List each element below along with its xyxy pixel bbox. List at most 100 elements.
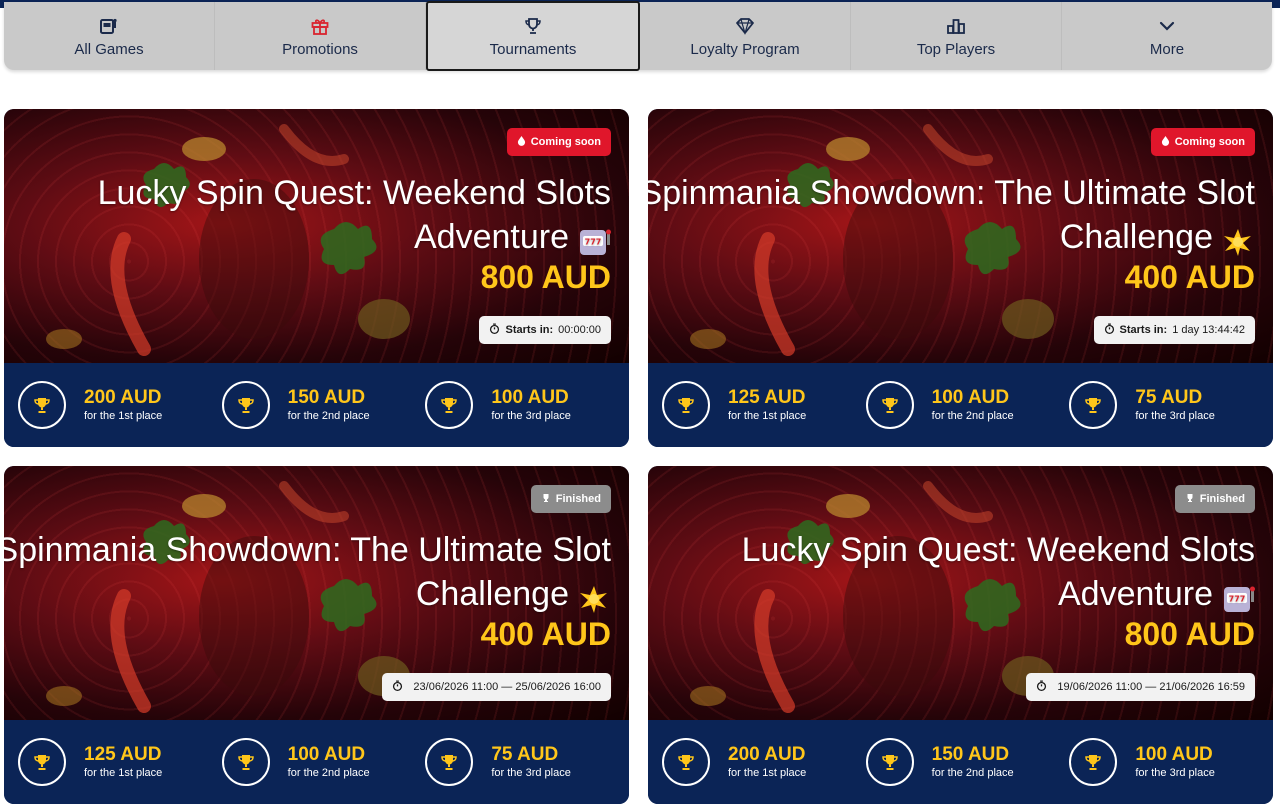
prize-pool: 800 AUD <box>480 259 611 295</box>
tournament-title-line2: Adventure <box>1058 575 1213 613</box>
status-badge-label: Finished <box>555 493 601 505</box>
nav-all-games[interactable]: All Games <box>4 2 215 70</box>
tournament-title-line2: Adventure <box>414 218 569 256</box>
timer-label: Starts in: <box>505 324 554 336</box>
trophy-icon <box>865 381 914 429</box>
trophy-icon <box>1187 493 1193 502</box>
trophy-icon <box>221 738 270 786</box>
svg-text:777: 777 <box>585 238 602 247</box>
tournament-timer: Starts in: 1 day 13:44:42 <box>1093 316 1255 344</box>
place-amount: 100 AUD <box>287 744 366 765</box>
stopwatch-icon <box>1036 680 1047 694</box>
prize-places: 125 AUD for the 1st place 100 AUD for the 2… <box>4 720 629 804</box>
nav-label: Top Players <box>916 40 996 58</box>
podium-icon <box>945 15 967 37</box>
stopwatch-icon <box>1104 323 1115 337</box>
place-amount: 75 AUD <box>491 744 559 765</box>
prize-place: 100 AUD for the 2nd place <box>221 720 426 804</box>
prize-place: 125 AUD for the 1st place <box>662 363 866 447</box>
place-label: for the 2nd place <box>931 767 1014 779</box>
place-amount: 150 AUD <box>287 387 366 408</box>
prize-place: 200 AUD for the 1st place <box>662 720 866 804</box>
timer-value: 1 day 13:44:42 <box>1172 324 1245 336</box>
tournament-card[interactable]: Finished Lucky Spin Quest: Weekend Slots… <box>648 466 1273 804</box>
trophy-icon <box>865 738 914 786</box>
prize-pool: 800 AUD <box>1124 616 1255 652</box>
timer-value: 00:00:00 <box>558 324 601 336</box>
status-badge-label: Finished <box>1199 493 1245 505</box>
place-amount: 125 AUD <box>84 744 162 765</box>
status-badge: Finished <box>1174 485 1255 513</box>
nav-more[interactable]: More <box>1062 2 1272 70</box>
place-label: for the 2nd place <box>931 410 1014 422</box>
tournament-card[interactable]: Coming soon Lucky Spin Quest: Weekend Sl… <box>4 109 629 447</box>
place-amount: 100 AUD <box>1135 744 1213 765</box>
trophy-icon <box>662 738 710 786</box>
prize-place: 100 AUD for the 3rd place <box>425 363 629 447</box>
place-label: for the 1st place <box>728 410 807 422</box>
status-badge: Coming soon <box>1150 128 1255 156</box>
nav-label: Tournaments <box>489 40 577 58</box>
tournament-timer: Starts in: 00:00:00 <box>479 316 611 344</box>
tournament-title-line1: Lucky Spin Quest: Weekend Slots <box>97 174 611 212</box>
tournament-title-line2: Challenge <box>415 575 569 613</box>
place-amount: 125 AUD <box>728 387 806 408</box>
trophy-icon <box>1069 738 1118 786</box>
trophy-icon <box>543 493 549 502</box>
prize-place: 200 AUD for the 1st place <box>18 363 222 447</box>
prize-pool: 400 AUD <box>480 616 611 652</box>
status-badge-label: Coming soon <box>530 136 601 148</box>
place-amount: 100 AUD <box>931 387 1010 408</box>
timer-label: Starts in: <box>1119 324 1168 336</box>
tournament-title-line1: Spinmania Showdown: The Ultimate Slot <box>648 174 1255 212</box>
tournament-title-line1: Lucky Spin Quest: Weekend Slots <box>741 531 1255 569</box>
trophy-icon <box>221 381 270 429</box>
prize-place: 150 AUD for the 2nd place <box>865 720 1070 804</box>
trophy-icon <box>425 738 474 786</box>
nav-promotions[interactable]: Promotions <box>215 2 426 70</box>
prize-place: 100 AUD for the 2nd place <box>865 363 1070 447</box>
flame-icon <box>1161 136 1169 146</box>
prize-place: 125 AUD for the 1st place <box>18 720 222 804</box>
prize-place: 75 AUD for the 3rd place <box>425 720 629 804</box>
slot-machine-emoji: 777 <box>1224 586 1255 613</box>
sparkle-emoji <box>1224 229 1251 257</box>
tournament-card[interactable]: Finished Spinmania Showdown: The Ultimat… <box>4 466 629 804</box>
trophy-icon <box>18 381 66 429</box>
place-amount: 100 AUD <box>491 387 569 408</box>
nav-tournaments[interactable]: Tournaments <box>426 1 640 71</box>
tournament-card[interactable]: Coming soon Spinmania Showdown: The Ulti… <box>648 109 1273 447</box>
slot-machine-emoji: 777 <box>580 229 611 256</box>
status-badge: Finished <box>530 485 611 513</box>
tournament-title: Lucky Spin Quest: Weekend Slots Adventur… <box>4 171 611 259</box>
place-label: for the 2nd place <box>287 767 370 779</box>
place-label: for the 3rd place <box>491 410 571 422</box>
tournament-title-line2: Challenge <box>1059 218 1213 256</box>
place-label: for the 1st place <box>84 767 163 779</box>
svg-text:777: 777 <box>1229 595 1246 604</box>
prize-place: 100 AUD for the 3rd place <box>1069 720 1273 804</box>
trophy-icon <box>1069 381 1118 429</box>
tournament-title: Lucky Spin Quest: Weekend Slots Adventur… <box>648 528 1255 616</box>
place-label: for the 2nd place <box>287 410 370 422</box>
status-badge-label: Coming soon <box>1174 136 1245 148</box>
prize-places: 200 AUD for the 1st place 150 AUD for the 2… <box>4 363 629 447</box>
tournament-title-line1: Spinmania Showdown: The Ultimate Slot <box>4 531 611 569</box>
stopwatch-icon <box>489 323 500 337</box>
trophy-icon <box>522 15 544 37</box>
diamond-icon <box>734 15 756 37</box>
nav-loyalty[interactable]: Loyalty Program <box>640 2 851 70</box>
tournament-title: Spinmania Showdown: The Ultimate Slot Ch… <box>648 171 1255 259</box>
prize-places: 200 AUD for the 1st place 150 AUD for the 2… <box>648 720 1273 804</box>
nav-top-players[interactable]: Top Players <box>851 2 1062 70</box>
place-label: for the 1st place <box>728 767 807 779</box>
trophy-icon <box>425 381 474 429</box>
place-label: for the 3rd place <box>1135 410 1215 422</box>
place-amount: 150 AUD <box>931 744 1010 765</box>
nav-label: Promotions <box>282 40 358 58</box>
trophy-icon <box>662 381 710 429</box>
tournament-title: Spinmania Showdown: The Ultimate Slot Ch… <box>4 528 611 616</box>
gift-icon <box>309 15 331 37</box>
prize-place: 75 AUD for the 3rd place <box>1069 363 1273 447</box>
tournament-timer: 23/06/2026 11:00 — 25/06/2026 16:00 <box>382 673 611 701</box>
